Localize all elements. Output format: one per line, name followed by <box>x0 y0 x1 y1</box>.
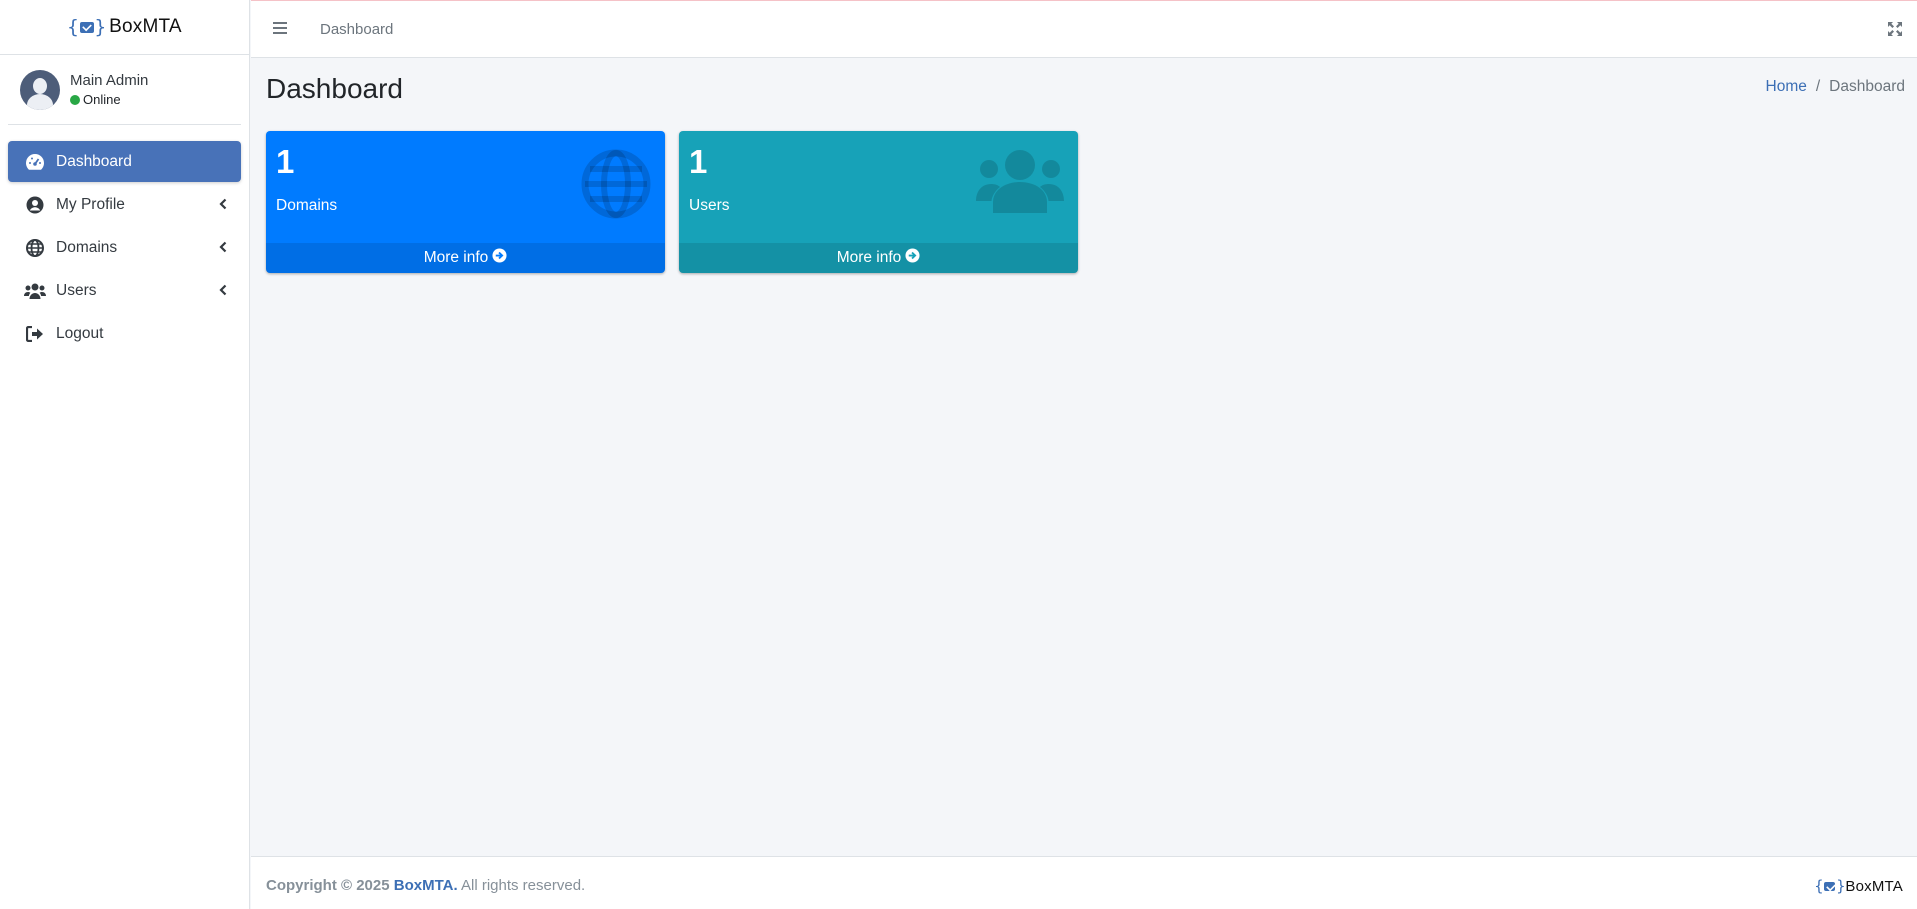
user-status-label: Online <box>83 92 121 107</box>
breadcrumb-current: Dashboard <box>1829 78 1905 95</box>
chevron-left-icon <box>219 240 227 258</box>
sidebar-item-dashboard[interactable]: Dashboard <box>8 141 241 182</box>
online-status-dot <box>70 94 80 105</box>
domains-count: 1 <box>276 143 295 180</box>
sidebar-item-users[interactable]: Users <box>8 270 241 311</box>
brand-link[interactable]: {} BoxMTA <box>0 0 249 55</box>
page-footer: Copyright © 2025 BoxMTA. All rights rese… <box>251 856 1917 909</box>
user-panel: Main Admin Online <box>8 55 241 125</box>
sidebar-item-label: Logout <box>56 324 104 342</box>
sidebar-item-logout[interactable]: Logout <box>8 313 241 354</box>
hamburger-menu-icon[interactable] <box>273 22 287 34</box>
sidebar-item-my-profile[interactable]: My Profile <box>8 184 241 225</box>
users-label: Users <box>689 197 730 214</box>
arrow-circle-right-icon <box>905 248 920 268</box>
user-status: Online <box>70 92 148 107</box>
sign-out-icon <box>24 323 46 345</box>
fullscreen-expand-icon[interactable] <box>1887 21 1903 42</box>
users-icon <box>976 149 1064 218</box>
users-more-info-link[interactable]: More info <box>679 243 1078 273</box>
brand-name: BoxMTA <box>109 16 182 37</box>
users-icon <box>24 280 46 302</box>
envelope-braces-icon: {} <box>67 16 107 38</box>
sidebar-item-domains[interactable]: Domains <box>8 227 241 268</box>
globe-icon <box>24 237 46 259</box>
avatar[interactable] <box>20 69 60 110</box>
sidebar-item-label: Dashboard <box>56 152 132 170</box>
sidebar-item-label: Users <box>56 281 97 299</box>
users-stat-box: 1 Users More info <box>679 131 1078 273</box>
top-navbar: Dashboard <box>251 0 1917 58</box>
more-info-label: More info <box>836 249 902 266</box>
rights-label: All rights reserved. <box>461 877 586 894</box>
chevron-left-icon <box>219 283 227 301</box>
user-circle-icon <box>24 194 46 216</box>
sidebar-item-label: Domains <box>56 238 118 256</box>
breadcrumb: Home / Dashboard <box>1766 78 1906 96</box>
more-info-label: More info <box>423 249 489 266</box>
envelope-braces-icon: {} <box>1814 877 1846 895</box>
sidebar: {} BoxMTA Main Admin Online Dashboard My… <box>0 0 250 909</box>
domains-stat-box: 1 Domains More info <box>266 131 665 273</box>
breadcrumb-separator: / <box>1815 78 1821 95</box>
users-count: 1 <box>689 143 708 180</box>
arrow-circle-right-icon <box>492 248 507 268</box>
tachometer-icon <box>24 151 46 173</box>
footer-brand-link[interactable]: BoxMTA. <box>394 877 458 894</box>
footer-logo-text: BoxMTA <box>1845 877 1903 895</box>
domains-more-info-link[interactable]: More info <box>266 243 665 273</box>
chevron-left-icon <box>219 197 227 215</box>
top-nav-dashboard-link[interactable]: Dashboard <box>320 21 393 38</box>
domains-label: Domains <box>276 197 338 214</box>
sidebar-nav: Dashboard My Profile Domains Users Logou… <box>0 125 249 354</box>
copyright-label: Copyright © 2025 <box>266 877 390 894</box>
user-name[interactable]: Main Admin <box>70 72 148 89</box>
footer-logo: {} BoxMTA <box>1814 877 1903 895</box>
page-title: Dashboard <box>266 73 403 104</box>
footer-copyright: Copyright © 2025 BoxMTA. All rights rese… <box>266 877 585 894</box>
globe-icon <box>581 149 651 224</box>
sidebar-item-label: My Profile <box>56 195 125 213</box>
breadcrumb-home-link[interactable]: Home <box>1766 78 1807 96</box>
